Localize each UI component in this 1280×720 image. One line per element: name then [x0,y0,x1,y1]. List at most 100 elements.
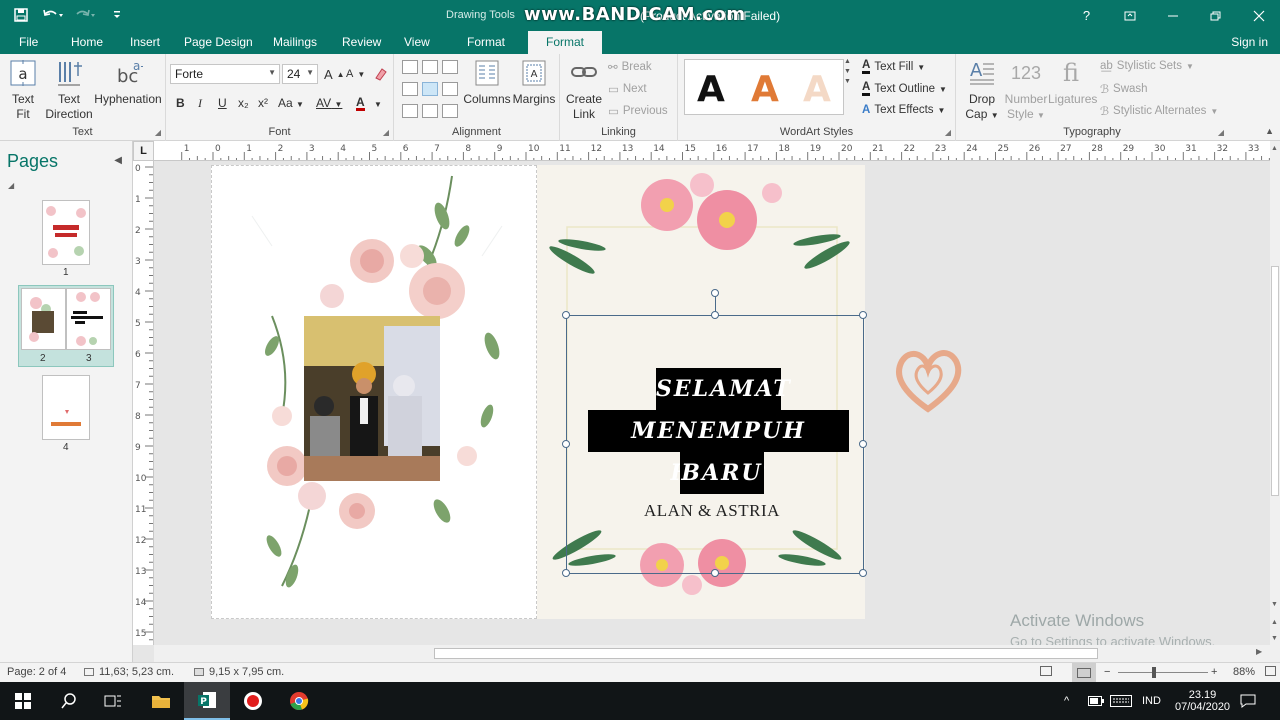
wordart-gallery-scroll[interactable]: ▲ ▼ ▼ [844,58,851,85]
next-button[interactable]: ▭ Next [608,82,647,96]
file-explorer-button[interactable] [138,682,184,720]
align-bottom-center-icon[interactable] [422,104,438,118]
ligatures-button[interactable]: fi Ligatures [1048,58,1097,107]
scroll-down-icon[interactable]: ▼ [1271,601,1278,608]
keyboard-icon[interactable] [1110,682,1132,720]
tab-text-format[interactable]: Format [528,31,603,54]
shrink-font-button[interactable]: A ▼ [346,68,365,80]
tab-view[interactable]: View [404,35,430,49]
notifications-icon[interactable] [1240,682,1256,720]
ribbon-display-button[interactable] [1108,0,1151,31]
stylistic-sets-button[interactable]: a͟b Stylistic Sets ▼ [1100,60,1194,72]
font-size-select[interactable]: 24 ▼ [282,64,318,84]
superscript-button[interactable]: x² [258,96,268,110]
horizontal-scrollbar[interactable]: ▶ [154,645,1270,662]
wordart-gallery[interactable]: A A A [684,59,844,115]
tab-home[interactable]: Home [71,35,103,49]
couple-photo[interactable] [304,316,440,481]
zoom-out-icon[interactable]: − [1104,666,1110,678]
font-name-select[interactable]: Forte ▼ [170,64,280,84]
scroll-up-icon[interactable]: ▲ [1271,145,1278,152]
tab-review[interactable]: Review [342,35,381,49]
resize-handle-se[interactable] [859,569,867,577]
margins-button[interactable]: A Margins [512,58,556,107]
zoom-slider[interactable] [1118,672,1208,673]
collapse-ribbon-icon[interactable]: ▲ [1265,126,1274,136]
align-middle-left-icon[interactable] [402,82,418,96]
two-page-view-icon[interactable] [1072,663,1096,682]
close-button[interactable] [1237,0,1280,31]
zoom-in-icon[interactable]: + [1211,666,1217,678]
tab-page-design[interactable]: Page Design [184,35,253,49]
couple-names[interactable]: ALAN & ASTRIA [644,501,780,521]
align-bottom-right-icon[interactable] [442,104,458,118]
align-top-left-icon[interactable] [402,60,418,74]
vertical-scrollbar[interactable]: ▲ ▼ ▲ ▼ [1270,141,1280,662]
customize-qat-icon[interactable] [104,5,130,25]
show-hidden-icons[interactable]: ^ [1064,682,1069,720]
character-spacing-button[interactable]: AV ▼ [316,96,342,110]
resize-handle-s[interactable] [711,569,719,577]
zoom-level[interactable]: 88% [1233,666,1255,678]
headline-line-2[interactable]: MENEMPUH HIDUP [588,410,849,486]
text-group-launcher-icon[interactable]: ◢ [155,128,161,137]
heart-icon[interactable] [892,345,964,415]
save-icon[interactable] [8,5,34,25]
page-indicator[interactable]: Page: 2 of 4 [7,666,66,678]
number-style-button[interactable]: 123 Number Style ▼ [1004,58,1048,123]
horizontal-scroll-thumb[interactable] [434,648,1098,659]
collapse-pane-icon[interactable]: ◀ [114,155,122,166]
font-color-dropdown-icon[interactable]: ▼ [374,100,382,109]
publisher-taskbar-button[interactable]: P [184,682,230,720]
resize-handle-nw[interactable] [562,311,570,319]
font-color-button[interactable]: A [356,96,365,111]
swash-button[interactable]: ℬ Swash [1100,82,1148,96]
stylistic-alternates-button[interactable]: ℬ Stylistic Alternates ▼ [1100,104,1218,118]
rotation-handle[interactable] [711,289,719,297]
text-direction-button[interactable]: Text Direction [44,58,94,122]
page-thumbnail-2[interactable] [21,288,66,350]
input-language[interactable]: IND [1142,682,1161,720]
help-button[interactable]: ? [1065,0,1108,31]
previous-page-icon[interactable]: ▲ [1271,619,1278,626]
wordart-style-orange[interactable]: A [751,70,779,110]
search-button[interactable] [46,682,92,720]
minimize-button[interactable] [1151,0,1194,31]
page-thumbnail-1[interactable] [42,200,90,265]
headline-line-3[interactable]: BARU [680,452,764,494]
clear-formatting-button[interactable] [372,66,388,82]
drop-cap-button[interactable]: A Drop Cap ▼ [962,58,1002,123]
underline-button[interactable]: U [218,96,227,110]
page-thumbnail-3[interactable] [66,288,111,350]
page-thumbnail-4[interactable] [42,375,90,440]
italic-button[interactable]: I [198,96,202,111]
undo-icon[interactable] [40,5,66,25]
create-link-button[interactable]: Create Link [566,58,602,122]
grow-font-button[interactable]: A ▲ [324,67,345,82]
break-link-button[interactable]: ⚯ Break [608,60,652,74]
tab-file[interactable]: File [19,35,38,49]
align-middle-center-icon[interactable] [422,82,438,96]
resize-handle-e[interactable] [859,440,867,448]
text-fit-button[interactable]: a Text Fit [6,58,40,122]
restore-button[interactable] [1194,0,1237,31]
text-effects-button[interactable]: A Text Effects ▼ [862,104,945,116]
bandicam-button[interactable] [230,682,276,720]
resize-handle-ne[interactable] [859,311,867,319]
columns-button[interactable]: Columns [462,58,512,107]
tab-drawing-format[interactable]: Format [467,35,505,49]
text-fill-button[interactable]: A Text Fill ▼ [862,59,925,74]
horizontal-ruler[interactable]: 1 0 1 2 3 4 5 6 7 8 9 10 11 12 13 14 15 16 17 18 19 20 21 22 23 2… [154,141,1270,161]
zoom-slider-thumb[interactable] [1152,667,1156,678]
ruler-tab-selector[interactable]: L [133,141,154,161]
previous-button[interactable]: ▭ Previous [608,104,668,118]
resize-handle-n[interactable] [711,311,719,319]
text-outline-button[interactable]: A Text Outline ▼ [862,81,947,96]
align-top-right-icon[interactable] [442,60,458,74]
typography-group-launcher-icon[interactable]: ◢ [1218,128,1224,137]
hyphenation-button[interactable]: bca- Hyphenation [94,58,162,107]
redo-icon[interactable] [72,5,98,25]
next-page-icon[interactable]: ▼ [1271,635,1278,642]
font-group-launcher-icon[interactable]: ◢ [383,128,389,137]
sign-in-link[interactable]: Sign in [1231,35,1268,49]
